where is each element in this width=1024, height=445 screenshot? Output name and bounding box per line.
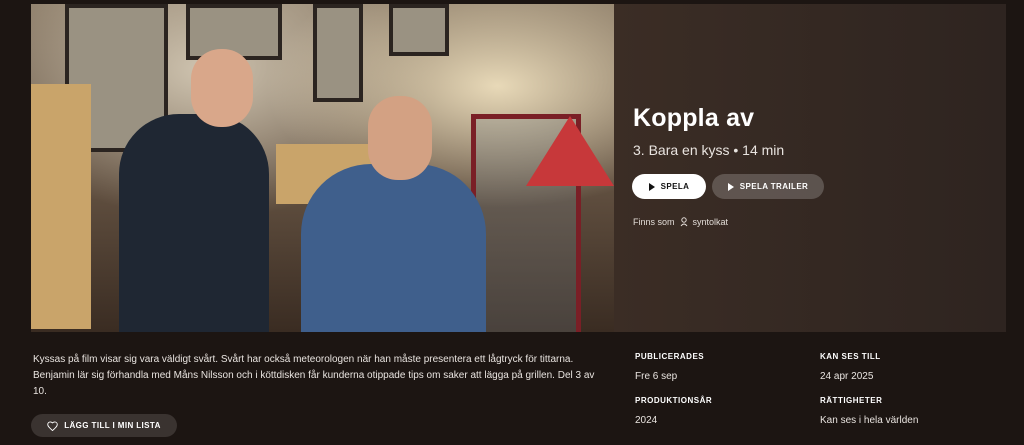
play-button[interactable]: SPELA [632,174,706,199]
play-trailer-button[interactable]: SPELA TRAILER [712,174,824,199]
production-year-value: 2024 [635,415,658,426]
episode-title: Koppla av [633,104,755,132]
rights-label: RÄTTIGHETER [820,396,883,405]
available-as-label: Finns som [633,217,675,227]
play-trailer-button-label: SPELA TRAILER [739,182,809,191]
heart-icon [47,420,58,431]
published-label: PUBLICERADES [635,352,705,361]
rights-value: Kan ses i hela världen [820,415,919,426]
episode-description: Kyssas på film visar sig vara väldigt sv… [33,354,595,397]
add-to-list-label: LÄGG TILL I MIN LISTA [64,421,161,430]
published-value: Fre 6 sep [635,371,678,382]
add-to-list-button[interactable]: LÄGG TILL I MIN LISTA [31,414,177,437]
play-icon [648,182,655,191]
available-as-value: syntolkat [692,217,729,227]
available-until-label: KAN SES TILL [820,352,881,361]
episode-subtitle: 3. Bara en kyss • 14 min [633,142,785,158]
play-button-label: SPELA [660,182,690,191]
play-icon [727,182,734,191]
episode-thumbnail-image [31,4,614,332]
available-until-value: 24 apr 2025 [820,371,874,382]
production-year-label: PRODUKTIONSÅR [635,396,713,405]
available-as: Finns som syntolkat [633,217,728,227]
hero-banner: Koppla av 3. Bara en kyss • 14 min SPELA… [31,4,1006,332]
audio-description-icon [679,217,689,227]
